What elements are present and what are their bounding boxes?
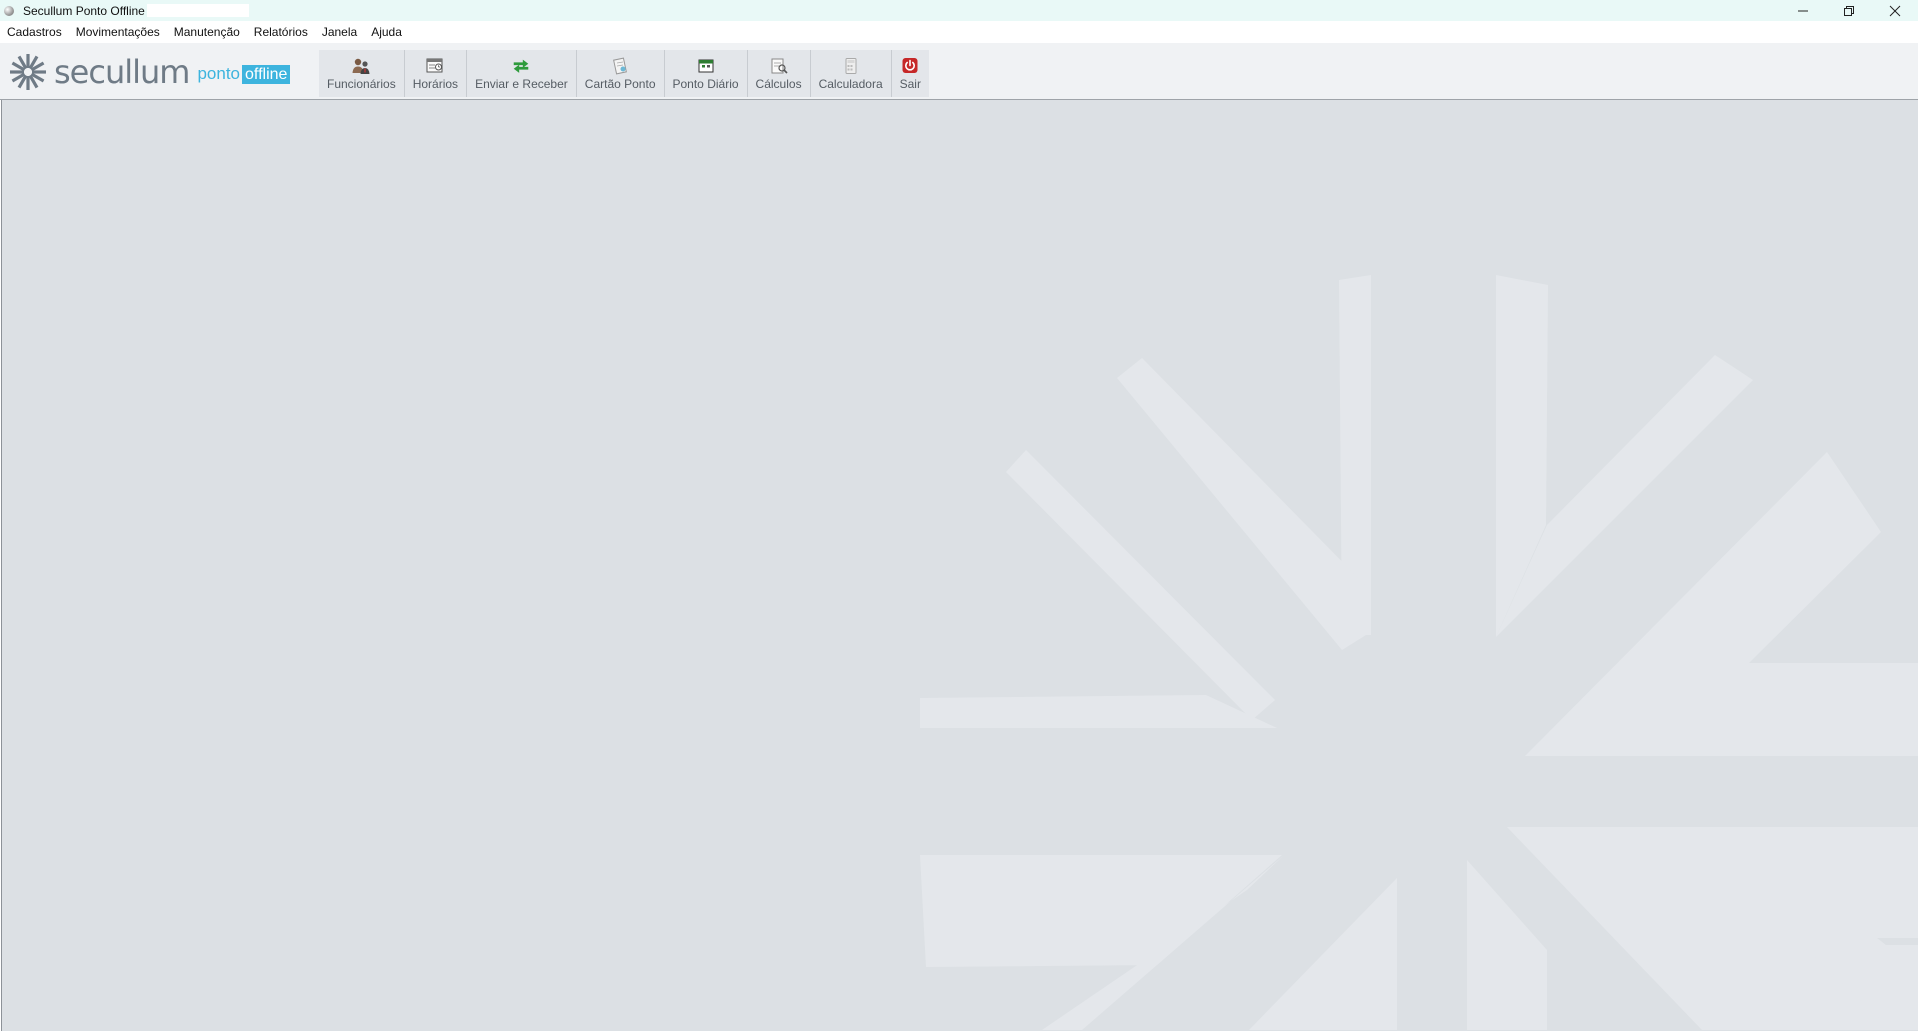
secullum-watermark [920, 275, 1918, 1030]
ponto-diario-label: Ponto Diário [672, 77, 739, 91]
sair-button[interactable]: Sair [892, 50, 929, 97]
sair-label: Sair [899, 77, 921, 91]
calculations-icon [769, 57, 789, 75]
minimize-button[interactable] [1780, 0, 1826, 21]
daily-calendar-icon [696, 57, 716, 75]
minimize-icon [1798, 10, 1808, 11]
menu-movimentacoes[interactable]: Movimentações [69, 21, 167, 43]
power-exit-icon [900, 57, 920, 75]
enviar-receber-button[interactable]: Enviar e Receber [467, 50, 577, 97]
calculadora-label: Calculadora [818, 77, 883, 91]
employees-icon [351, 57, 371, 75]
menu-bar: Cadastros Movimentações Manutenção Relat… [0, 21, 1918, 43]
menu-cadastros[interactable]: Cadastros [0, 21, 69, 43]
calculos-label: Cálculos [755, 77, 802, 91]
menu-janela[interactable]: Janela [315, 21, 364, 43]
horarios-button[interactable]: Horários [405, 50, 468, 97]
close-button[interactable] [1872, 0, 1918, 21]
funcionarios-label: Funcionários [327, 77, 396, 91]
cartao-ponto-label: Cartão Ponto [584, 77, 656, 91]
schedule-icon [425, 57, 445, 75]
funcionarios-button[interactable]: Funcionários [319, 50, 405, 97]
logo-offline-badge: offline [242, 64, 291, 84]
logo-wordmark: secullum [54, 53, 190, 91]
restore-button[interactable] [1826, 0, 1872, 21]
title-bar: Secullum Ponto Offline [0, 0, 1918, 21]
toolbar: secullum ponto offline Funcionários Horá… [0, 43, 1918, 100]
toolbar-buttons: Funcionários Horários Enviar e Receber C… [319, 50, 929, 97]
secullum-logo-icon [10, 54, 46, 90]
menu-ajuda[interactable]: Ajuda [364, 21, 409, 43]
calculator-icon [841, 57, 861, 75]
enviar-receber-label: Enviar e Receber [475, 77, 568, 91]
menu-relatorios[interactable]: Relatórios [247, 21, 315, 43]
app-icon [4, 5, 14, 16]
secullum-logo: secullum ponto offline [8, 50, 291, 94]
window-title: Secullum Ponto Offline [23, 3, 145, 18]
horarios-label: Horários [412, 77, 459, 91]
window-controls [1780, 0, 1918, 21]
time-card-icon [610, 57, 630, 75]
ponto-diario-button[interactable]: Ponto Diário [665, 50, 748, 97]
restore-icon [1844, 5, 1854, 16]
menu-manutencao[interactable]: Manutenção [167, 21, 247, 43]
close-icon [1889, 5, 1901, 16]
calculos-button[interactable]: Cálculos [748, 50, 811, 97]
workspace-area [1, 100, 1918, 1031]
logo-ponto: ponto [197, 64, 241, 83]
title-blank-field [146, 4, 249, 17]
application-window: Secullum Ponto Offline Cadastros Movimen… [0, 0, 1918, 1034]
cartao-ponto-button[interactable]: Cartão Ponto [577, 50, 665, 97]
send-receive-arrows-icon [511, 57, 531, 75]
calculadora-button[interactable]: Calculadora [811, 50, 892, 97]
